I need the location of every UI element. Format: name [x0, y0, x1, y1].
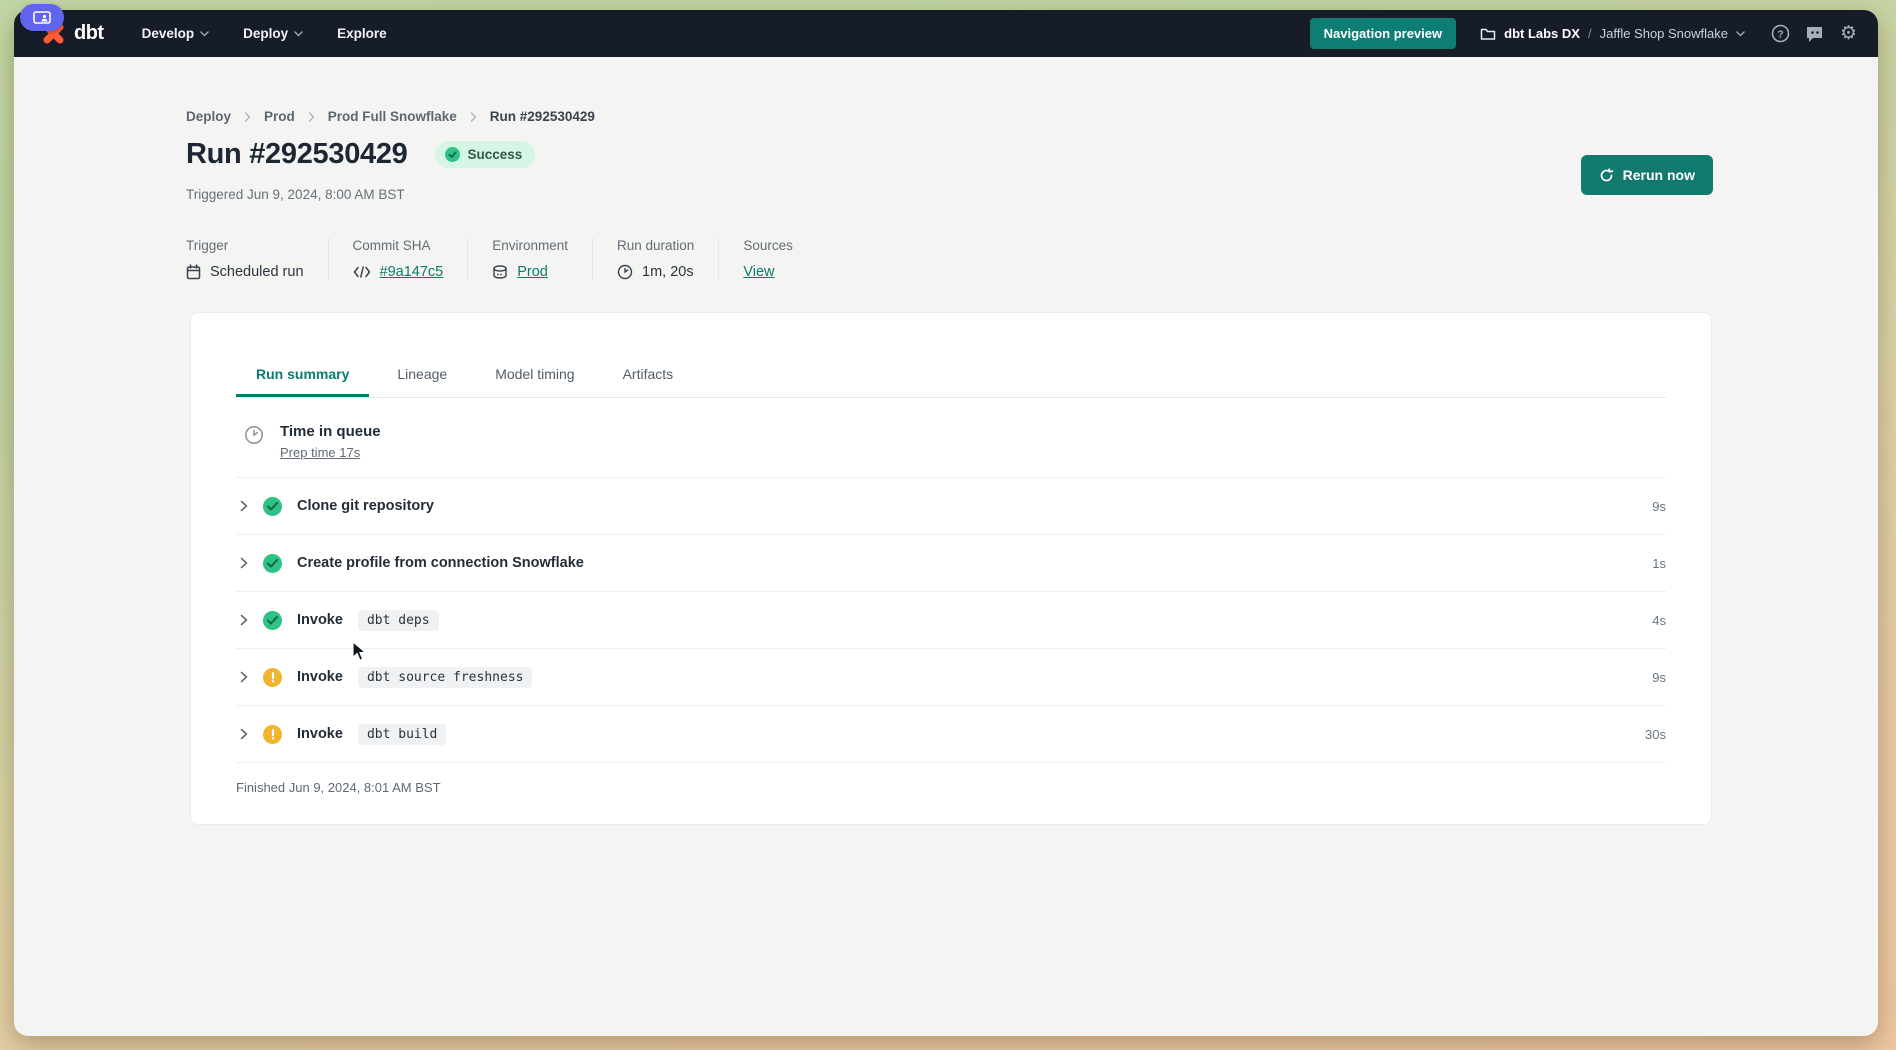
meta-run-duration: Run duration 1m, 20s	[617, 238, 719, 280]
tab-run-summary[interactable]: Run summary	[236, 353, 369, 397]
account-name: dbt Labs DX	[1504, 26, 1580, 41]
expand-chevron-icon[interactable]	[240, 728, 248, 740]
breadcrumb-run: Run #292530429	[490, 109, 595, 124]
logo-wordmark: dbt	[74, 22, 104, 45]
clock-icon	[617, 264, 633, 280]
tab-lineage[interactable]: Lineage	[377, 353, 467, 397]
refresh-icon	[1599, 168, 1614, 183]
meta-environment: Environment Prod	[492, 238, 593, 280]
tab-bar: Run summary Lineage Model timing Artifac…	[236, 353, 1666, 398]
success-check-icon	[445, 147, 460, 162]
warning-icon	[263, 668, 282, 687]
account-project-switcher[interactable]: dbt Labs DX / Jaffle Shop Snowflake	[1480, 26, 1745, 41]
step-row-create-profile[interactable]: Create profile from connection Snowflake…	[236, 535, 1666, 592]
expand-chevron-icon[interactable]	[240, 557, 248, 569]
chevron-down-icon	[1736, 31, 1745, 37]
breadcrumb-prod[interactable]: Prod	[264, 109, 295, 124]
step-duration: 9s	[1652, 499, 1666, 514]
time-in-queue-row: Time in queue Prep time 17s	[236, 398, 1666, 478]
meta-sources: Sources View	[743, 238, 817, 280]
nav-item-explore[interactable]: Explore	[337, 26, 387, 41]
breadcrumb-job[interactable]: Prod Full Snowflake	[328, 109, 457, 124]
breadcrumb: Deploy Prod Prod Full Snowflake Run #292…	[186, 109, 595, 124]
expand-chevron-icon[interactable]	[240, 614, 248, 626]
folder-icon	[1480, 27, 1496, 41]
step-command-chip: dbt build	[358, 724, 446, 745]
svg-text:?: ?	[1777, 28, 1783, 40]
help-icon[interactable]: ?	[1771, 24, 1790, 43]
feedback-icon[interactable]	[1805, 24, 1824, 43]
success-check-icon	[263, 554, 282, 573]
environment-icon	[492, 264, 508, 280]
step-duration: 1s	[1652, 556, 1666, 571]
top-nav: dbt Develop Deploy Explore Navigation pr…	[14, 10, 1878, 57]
expand-chevron-icon[interactable]	[240, 671, 248, 683]
chevron-right-icon	[244, 112, 251, 122]
step-command-chip: dbt source freshness	[358, 667, 533, 688]
sources-view-link[interactable]: View	[743, 264, 774, 280]
tab-artifacts[interactable]: Artifacts	[603, 353, 694, 397]
status-badge: Success	[435, 141, 536, 168]
nav-item-deploy[interactable]: Deploy	[243, 26, 303, 41]
warning-icon	[263, 725, 282, 744]
queue-title: Time in queue	[280, 423, 381, 440]
finished-timestamp: Finished Jun 9, 2024, 8:01 AM BST	[236, 763, 1666, 795]
status-label: Success	[468, 147, 523, 162]
step-duration: 4s	[1652, 613, 1666, 628]
triggered-timestamp: Triggered Jun 9, 2024, 8:00 AM BST	[186, 187, 405, 202]
calendar-icon	[186, 264, 201, 280]
step-row-dbt-source-freshness[interactable]: Invoke dbt source freshness 9s	[236, 649, 1666, 706]
title-row: Run #292530429 Success	[186, 138, 535, 171]
chevron-right-icon	[470, 112, 477, 122]
meta-commit-sha: Commit SHA #9a147c5	[353, 238, 469, 280]
commit-sha-link[interactable]: #9a147c5	[380, 264, 444, 280]
screen-capture-badge[interactable]	[20, 4, 64, 31]
navigation-preview-button[interactable]: Navigation preview	[1310, 18, 1456, 49]
breadcrumb-deploy[interactable]: Deploy	[186, 109, 231, 124]
queue-clock-icon	[244, 425, 264, 445]
step-duration: 9s	[1652, 670, 1666, 685]
chevron-down-icon	[200, 31, 209, 37]
code-icon	[353, 266, 371, 278]
step-row-dbt-deps[interactable]: Invoke dbt deps 4s	[236, 592, 1666, 649]
tab-model-timing[interactable]: Model timing	[475, 353, 594, 397]
nav-item-develop[interactable]: Develop	[142, 26, 210, 41]
environment-link[interactable]: Prod	[517, 264, 548, 280]
step-duration: 30s	[1645, 727, 1666, 742]
step-row-clone-git[interactable]: Clone git repository 9s	[236, 478, 1666, 535]
nav-icon-group: ? ⚙	[1771, 24, 1858, 43]
project-name: Jaffle Shop Snowflake	[1600, 26, 1728, 41]
step-command-chip: dbt deps	[358, 610, 439, 631]
chevron-down-icon	[294, 31, 303, 37]
prep-time-link[interactable]: Prep time 17s	[280, 445, 381, 460]
run-meta-row: Trigger Scheduled run Commit SHA #	[186, 238, 841, 280]
account-separator: /	[1588, 26, 1592, 41]
gear-icon[interactable]: ⚙	[1839, 24, 1858, 43]
step-row-dbt-build[interactable]: Invoke dbt build 30s	[236, 706, 1666, 763]
chevron-right-icon	[308, 112, 315, 122]
app-window: dbt Develop Deploy Explore Navigation pr…	[14, 10, 1878, 1036]
success-check-icon	[263, 611, 282, 630]
run-summary-card: Run summary Lineage Model timing Artifac…	[190, 312, 1712, 825]
expand-chevron-icon[interactable]	[240, 500, 248, 512]
page-title: Run #292530429	[186, 138, 408, 171]
rerun-now-button[interactable]: Rerun now	[1581, 155, 1713, 195]
success-check-icon	[263, 497, 282, 516]
meta-trigger: Trigger Scheduled run	[186, 238, 329, 280]
screen-share-icon	[33, 11, 51, 25]
